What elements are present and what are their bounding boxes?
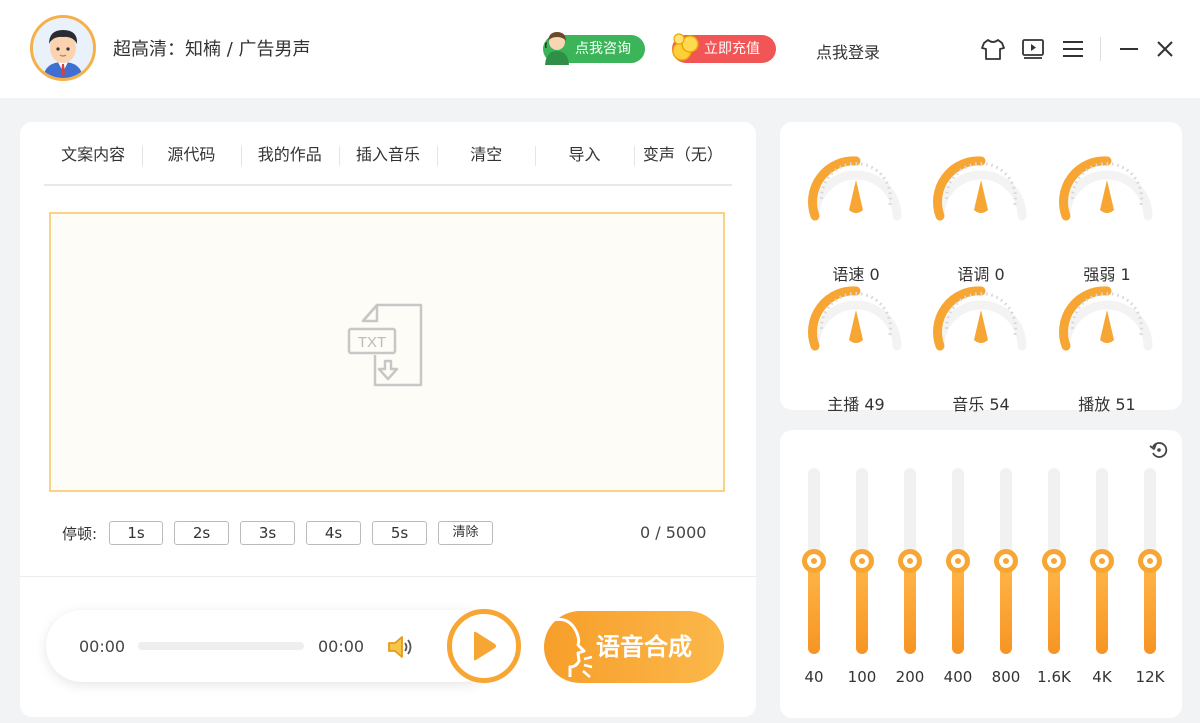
pause-1s-button[interactable]: 1s: [109, 521, 163, 545]
speed-knob[interactable]: 语速 0: [805, 148, 907, 284]
eq-slider-1-6k[interactable]: [1042, 468, 1066, 654]
eq-slider-800[interactable]: [994, 468, 1018, 654]
eq-slider-40[interactable]: [802, 468, 826, 654]
eq-band-label: 400: [943, 668, 973, 686]
pause-clear-button[interactable]: 清除: [438, 521, 493, 545]
eq-slider-100[interactable]: [850, 468, 874, 654]
eq-fill: [1048, 561, 1060, 654]
eq-band-label: 4K: [1092, 668, 1112, 686]
txt-file-icon: TXT: [347, 303, 423, 387]
eq-thumb[interactable]: [946, 549, 970, 573]
header-separator: [1100, 37, 1101, 61]
eq-band-label: 12K: [1135, 668, 1165, 686]
play-icon: [474, 631, 496, 661]
synthesize-label: 语音合成: [596, 633, 692, 661]
equalizer-panel: 40 100 200 400 800 1.6K 4K 12K: [780, 430, 1182, 718]
editor-panel: 文案内容 源代码 我的作品 插入音乐 清空 导入 变声（无） TXT 停顿: 1…: [20, 122, 756, 717]
knob-label: 主播 49: [827, 395, 885, 414]
eq-fill: [1000, 561, 1012, 654]
eq-fill: [808, 561, 820, 654]
title-bar: 超高清：知楠 / 广告男声 点我咨询 立即充值 点我登录: [0, 0, 1200, 98]
coins-icon: [672, 33, 699, 61]
knob-dial: [1059, 286, 1153, 351]
eq-band-label: 1.6K: [1037, 668, 1071, 686]
eq-thumb[interactable]: [1138, 549, 1162, 573]
voice-title: 超高清：知楠 / 广告男声: [113, 39, 311, 60]
text-editor[interactable]: TXT: [49, 212, 725, 492]
avatar[interactable]: [30, 15, 96, 81]
eq-slider-4k[interactable]: [1090, 468, 1114, 654]
eq-thumb[interactable]: [1042, 549, 1066, 573]
play-button[interactable]: [447, 609, 521, 683]
tab-voice-change[interactable]: 变声（无）: [633, 136, 732, 184]
tab-clear[interactable]: 清空: [437, 136, 535, 184]
login-link[interactable]: 点我登录: [816, 39, 880, 63]
tab-bar: 文案内容 源代码 我的作品 插入音乐 清空 导入 变声（无）: [44, 136, 732, 186]
knob-label: 音乐 54: [952, 395, 1010, 414]
eq-fill: [952, 561, 964, 654]
pause-5s-button[interactable]: 5s: [372, 521, 427, 545]
consult-label: 点我咨询: [575, 41, 631, 57]
tab-copy-content[interactable]: 文案内容: [44, 136, 142, 184]
pause-4s-button[interactable]: 4s: [306, 521, 361, 545]
recharge-label: 立即充值: [704, 41, 760, 57]
txt-icon-label: TXT: [358, 334, 386, 351]
eq-fill: [1096, 561, 1108, 654]
agent-icon: [544, 32, 569, 65]
char-count: 0 / 5000: [640, 523, 707, 542]
tab-my-works[interactable]: 我的作品: [240, 136, 339, 184]
eq-slider-12k[interactable]: [1138, 468, 1162, 654]
pitch-knob[interactable]: 语调 0: [930, 148, 1032, 284]
pause-label: 停顿:: [62, 525, 98, 543]
knobs-panel: 语速 0 语调 0 强弱 1 主播 49 音乐 54 播放 51: [780, 122, 1182, 414]
reset-icon[interactable]: [1149, 440, 1169, 460]
anchor-knob[interactable]: 主播 49: [805, 278, 907, 414]
eq-band-label: 100: [847, 668, 877, 686]
knob-dial: [1059, 156, 1153, 221]
close-icon[interactable]: [1152, 36, 1178, 62]
minimize-icon[interactable]: [1116, 36, 1142, 62]
video-icon[interactable]: [1020, 36, 1046, 62]
knob-label: 播放 51: [1078, 395, 1136, 414]
total-time: 00:00: [318, 637, 365, 656]
volume-icon[interactable]: [386, 634, 416, 660]
eq-band-label: 40: [804, 668, 824, 686]
recharge-button[interactable]: 立即充值: [672, 33, 776, 63]
skin-icon[interactable]: [980, 36, 1006, 62]
knob-dial: [933, 156, 1027, 221]
playback-knob[interactable]: 播放 51: [1056, 278, 1158, 414]
tab-import[interactable]: 导入: [535, 136, 633, 184]
consult-button[interactable]: 点我咨询: [543, 32, 645, 65]
panel-divider: [20, 576, 756, 577]
current-time: 00:00: [79, 637, 126, 656]
eq-fill: [856, 561, 868, 654]
knob-dial: [933, 286, 1027, 351]
knob-dial: [808, 156, 902, 221]
eq-slider-200[interactable]: [898, 468, 922, 654]
pause-2s-button[interactable]: 2s: [174, 521, 229, 545]
eq-thumb[interactable]: [802, 549, 826, 573]
tab-insert-music[interactable]: 插入音乐: [338, 136, 437, 184]
knob-dial: [808, 286, 902, 351]
eq-thumb[interactable]: [994, 549, 1018, 573]
playback-progress[interactable]: [138, 642, 304, 650]
menu-icon[interactable]: [1060, 36, 1086, 62]
eq-thumb[interactable]: [1090, 549, 1114, 573]
eq-thumb[interactable]: [850, 549, 874, 573]
audio-player: 00:00 00:00: [46, 610, 498, 682]
eq-band-label: 800: [991, 668, 1021, 686]
eq-fill: [904, 561, 916, 654]
eq-slider-400[interactable]: [946, 468, 970, 654]
eq-band-label: 200: [895, 668, 925, 686]
tab-source-code[interactable]: 源代码: [142, 136, 240, 184]
synthesize-button[interactable]: 语音合成: [544, 611, 724, 683]
speaking-head-icon: [549, 617, 593, 678]
strength-knob[interactable]: 强弱 1: [1056, 148, 1158, 284]
eq-fill: [1144, 561, 1156, 654]
music-knob[interactable]: 音乐 54: [930, 278, 1032, 414]
eq-thumb[interactable]: [898, 549, 922, 573]
pause-3s-button[interactable]: 3s: [240, 521, 295, 545]
